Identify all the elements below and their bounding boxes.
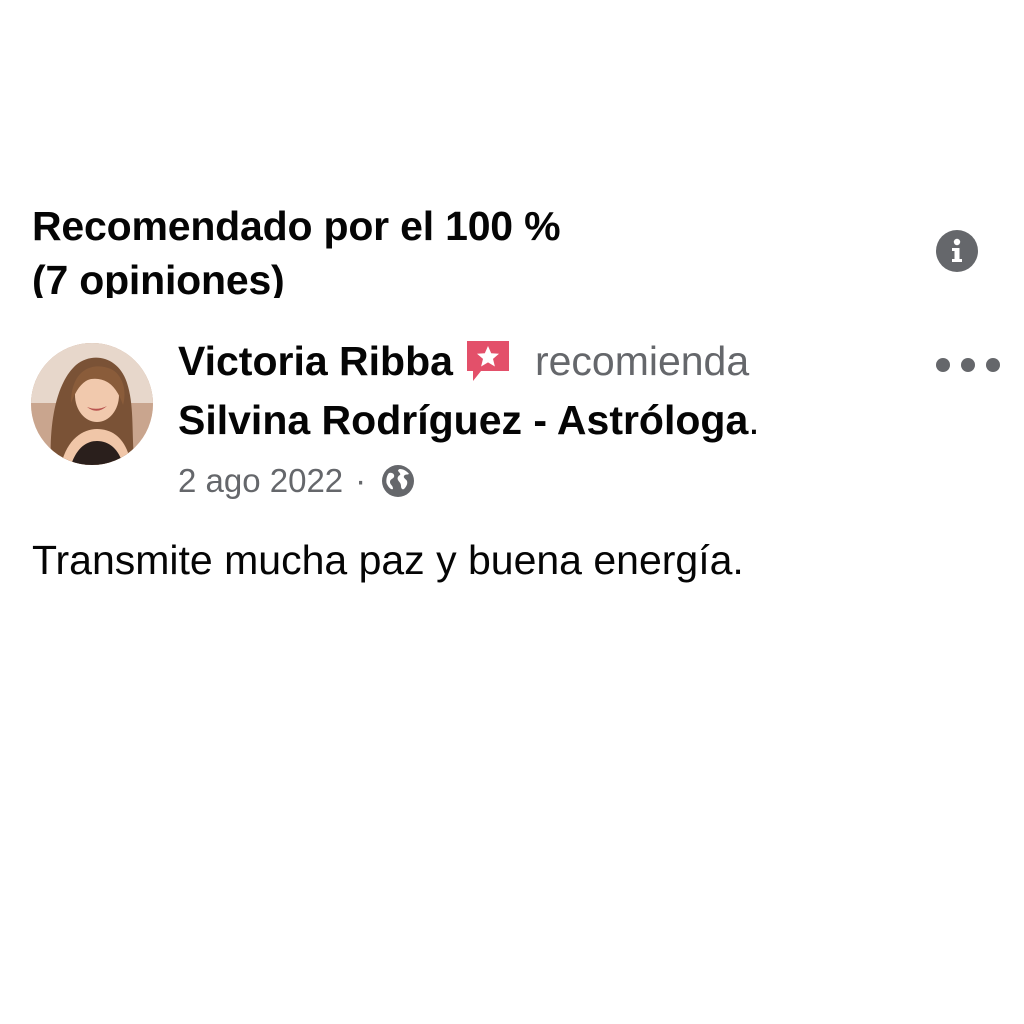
more-dot xyxy=(936,358,950,372)
review-meta: 2 ago 2022 · xyxy=(178,456,416,506)
author-avatar[interactable] xyxy=(31,343,153,465)
more-dot xyxy=(961,358,975,372)
recommends-label: recomienda xyxy=(534,337,750,384)
page-name-link[interactable]: Silvina Rodríguez - Astróloga xyxy=(178,397,748,444)
author-name-link[interactable]: Victoria Ribba xyxy=(178,338,453,385)
globe-icon xyxy=(380,463,416,499)
review-header: Victoria Ribba recomienda xyxy=(178,334,749,388)
more-dot xyxy=(986,358,1000,372)
recommendation-summary: Recomendado por el 100 % (7 opiniones) xyxy=(32,196,852,298)
summary-count: (7 opiniones) xyxy=(32,257,285,298)
more-options-icon[interactable] xyxy=(936,350,1000,380)
summary-percent: Recomendado por el 100 % xyxy=(32,203,561,249)
recommendation-badge-icon xyxy=(463,337,513,385)
meta-separator: · xyxy=(355,462,367,499)
info-icon[interactable] xyxy=(936,230,978,272)
review-text: Transmite mucha paz y buena energía. xyxy=(32,537,744,583)
page-name-period: . xyxy=(748,396,760,443)
review-date-link[interactable]: 2 ago 2022 xyxy=(178,462,343,500)
recommended-page: Silvina Rodríguez - Astróloga. xyxy=(178,392,760,448)
